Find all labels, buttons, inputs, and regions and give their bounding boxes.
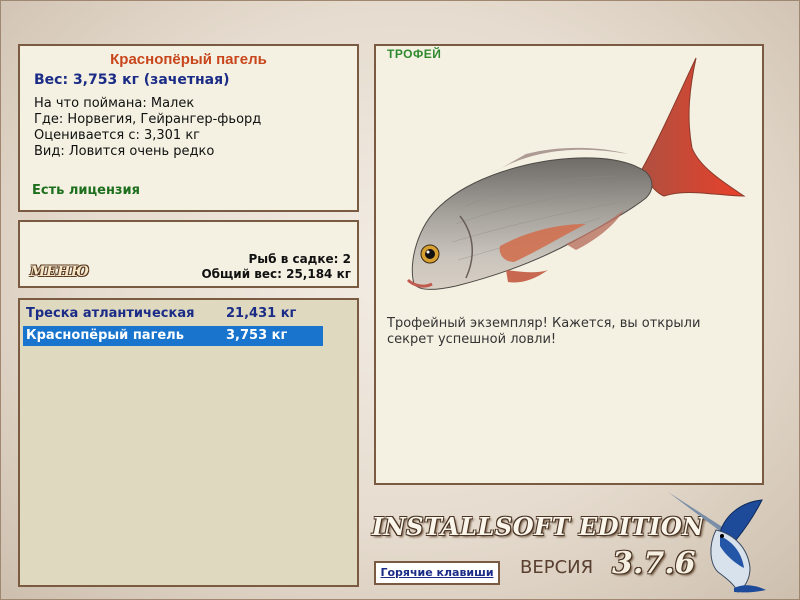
fish-title: Краснопёрый пагель: [110, 51, 267, 68]
marlin-logo: [668, 492, 766, 593]
trophy-description: Трофейный экземпляр! Кажется, вы открыли…: [387, 316, 701, 347]
trophy-panel: ТРОФЕЙ Трофейный экземпляр! Кажется, вы …: [374, 44, 764, 485]
fish-image: [406, 57, 746, 290]
hotkeys-button[interactable]: Горячие клавиши: [374, 561, 500, 585]
keepnet-total-weight: Общий вес: 25,184 кг: [201, 267, 351, 281]
fish-weight: Вес: 3,753 кг (зачетная): [34, 72, 230, 88]
list-item[interactable]: Треска атлантическая 21,431 кг: [23, 304, 323, 324]
menu-button[interactable]: МЕНЮ: [30, 264, 89, 280]
rarity-line: Вид: Ловится очень редко: [34, 144, 215, 159]
keepnet-count: Рыб в садке: 2: [248, 252, 352, 266]
fish-info-panel: Краснопёрый пагель Вес: 3,753 кг (зачетн…: [18, 44, 359, 212]
version-label: ВЕРСИЯ: [520, 557, 594, 578]
catch-list: Треска атлантическая 21,431 кг Краснопёр…: [18, 298, 359, 587]
list-item-selected[interactable]: Краснопёрый пагель 3,753 кг: [23, 326, 323, 346]
edition-logo: INSTALLSOFT EDITION: [372, 512, 705, 541]
keepnet-panel: МЕНЮ Рыб в садке: 2 Общий вес: 25,184 кг: [18, 220, 359, 288]
list-item-name: Треска атлантическая: [26, 306, 195, 321]
list-item-name: Краснопёрый пагель: [26, 328, 184, 343]
threshold-line: Оценивается с: 3,301 кг: [34, 128, 201, 143]
license-status: Есть лицензия: [32, 183, 140, 198]
list-item-weight: 21,431 кг: [226, 306, 297, 321]
bait-line: На что поймана: Малек: [34, 96, 195, 111]
list-item-weight: 3,753 кг: [226, 328, 288, 343]
location-line: Где: Норвегия, Гейрангер-фьорд: [34, 112, 262, 127]
